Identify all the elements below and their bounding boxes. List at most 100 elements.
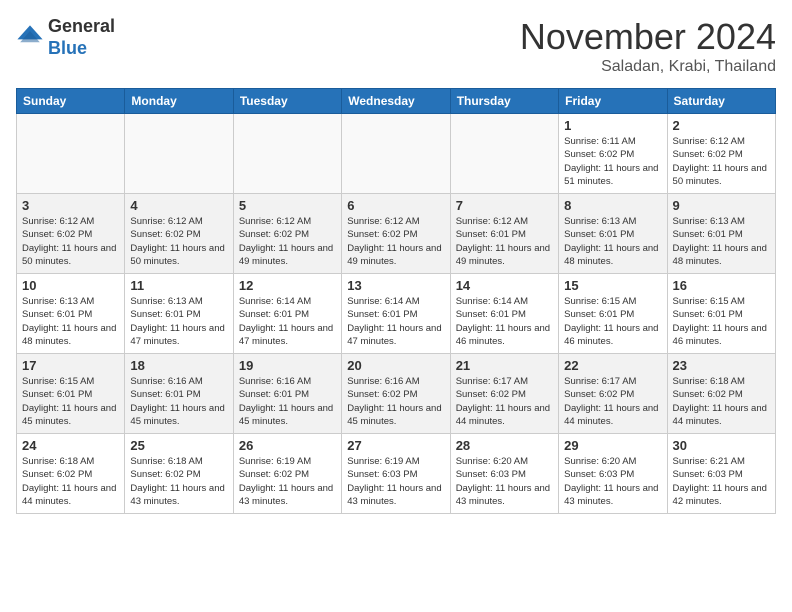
day-info: Sunrise: 6:13 AM Sunset: 6:01 PM Dayligh…: [564, 215, 661, 268]
calendar-cell: 21Sunrise: 6:17 AM Sunset: 6:02 PM Dayli…: [450, 354, 558, 434]
day-info: Sunrise: 6:18 AM Sunset: 6:02 PM Dayligh…: [22, 455, 119, 508]
day-number: 10: [22, 278, 119, 293]
calendar-cell: 17 Sunrise: 6:15 AM Sunset: 6:01 PM Dayli…: [17, 354, 125, 434]
day-number: 5: [239, 198, 336, 213]
calendar-cell: 10Sunrise: 6:13 AM Sunset: 6:01 PM Dayli…: [17, 274, 125, 354]
calendar-cell: 4 Sunrise: 6:12 AM Sunset: 6:02 PM Daylig…: [125, 194, 233, 274]
logo-general-text: General: [48, 16, 115, 38]
weekday-header: Saturday: [667, 89, 775, 114]
day-number: 13: [347, 278, 444, 293]
day-info: Sunrise: 6:14 AM Sunset: 6:01 PM Dayligh…: [239, 295, 336, 348]
day-info: Sunrise: 6:16 AM Sunset: 6:01 PM Dayligh…: [239, 375, 336, 428]
calendar-cell: 9Sunrise: 6:13 AM Sunset: 6:01 PM Daylig…: [667, 194, 775, 274]
day-number: 7: [456, 198, 553, 213]
day-info: Sunrise: 6:12 AM Sunset: 6:02 PM Dayligh…: [22, 215, 119, 268]
day-info: Sunrise: 6:20 AM Sunset: 6:03 PM Dayligh…: [456, 455, 553, 508]
logo-icon: [16, 24, 44, 52]
day-number: 23: [673, 358, 770, 373]
calendar-week-row: 3 Sunrise: 6:12 AM Sunset: 6:02 PM Daylig…: [17, 194, 776, 274]
title-block: November 2024 Saladan, Krabi, Thailand: [520, 16, 776, 76]
calendar-week-row: 1 Sunrise: 6:11 AM Sunset: 6:02 PM Daylig…: [17, 114, 776, 194]
calendar-cell: 23 Sunrise: 6:18 AM Sunset: 6:02 PM Dayli…: [667, 354, 775, 434]
logo: General Blue: [16, 16, 115, 59]
day-info: Sunrise: 6:14 AM Sunset: 6:01 PM Dayligh…: [347, 295, 444, 348]
location: Saladan, Krabi, Thailand: [520, 58, 776, 76]
day-info: Sunrise: 6:15 AM Sunset: 6:01 PM Dayligh…: [564, 295, 661, 348]
day-info: Sunrise: 6:21 AM Sunset: 6:03 PM Dayligh…: [673, 455, 770, 508]
day-info: Sunrise: 6:18 AM Sunset: 6:02 PM Dayligh…: [130, 455, 227, 508]
weekday-header: Tuesday: [233, 89, 341, 114]
day-number: 22: [564, 358, 661, 373]
day-number: 16: [673, 278, 770, 293]
logo-blue-text: Blue: [48, 38, 115, 60]
calendar-cell: 12 Sunrise: 6:14 AM Sunset: 6:01 PM Dayli…: [233, 274, 341, 354]
calendar-cell: 15Sunrise: 6:15 AM Sunset: 6:01 PM Dayli…: [559, 274, 667, 354]
calendar-table: SundayMondayTuesdayWednesdayThursdayFrid…: [16, 88, 776, 514]
day-number: 14: [456, 278, 553, 293]
calendar-cell: 26 Sunrise: 6:19 AM Sunset: 6:02 PM Dayli…: [233, 434, 341, 514]
calendar-week-row: 17 Sunrise: 6:15 AM Sunset: 6:01 PM Dayli…: [17, 354, 776, 434]
weekday-header: Thursday: [450, 89, 558, 114]
calendar-cell: 8 Sunrise: 6:13 AM Sunset: 6:01 PM Daylig…: [559, 194, 667, 274]
day-number: 11: [130, 278, 227, 293]
day-number: 9: [673, 198, 770, 213]
weekday-header: Wednesday: [342, 89, 450, 114]
calendar-cell: [450, 114, 558, 194]
day-info: Sunrise: 6:17 AM Sunset: 6:02 PM Dayligh…: [564, 375, 661, 428]
day-info: Sunrise: 6:12 AM Sunset: 6:02 PM Dayligh…: [130, 215, 227, 268]
calendar-cell: 3 Sunrise: 6:12 AM Sunset: 6:02 PM Daylig…: [17, 194, 125, 274]
day-number: 6: [347, 198, 444, 213]
day-number: 18: [130, 358, 227, 373]
day-number: 28: [456, 438, 553, 453]
calendar-cell: 16 Sunrise: 6:15 AM Sunset: 6:01 PM Dayli…: [667, 274, 775, 354]
calendar-cell: [233, 114, 341, 194]
day-info: Sunrise: 6:12 AM Sunset: 6:01 PM Dayligh…: [456, 215, 553, 268]
calendar-cell: 11 Sunrise: 6:13 AM Sunset: 6:01 PM Dayli…: [125, 274, 233, 354]
day-info: Sunrise: 6:16 AM Sunset: 6:02 PM Dayligh…: [347, 375, 444, 428]
calendar-week-row: 10 Sunrise: 6:13 AM Sunset: 6:01 PM Dayli…: [17, 274, 776, 354]
weekday-header: Sunday: [17, 89, 125, 114]
day-number: 25: [130, 438, 227, 453]
day-number: 1: [564, 118, 661, 133]
calendar-cell: 29Sunrise: 6:20 AM Sunset: 6:03 PM Dayli…: [559, 434, 667, 514]
calendar-cell: 18 Sunrise: 6:16 AM Sunset: 6:01 PM Dayli…: [125, 354, 233, 434]
day-number: 29: [564, 438, 661, 453]
calendar-cell: 2 Sunrise: 6:12 AM Sunset: 6:02 PM Daylig…: [667, 114, 775, 194]
day-info: Sunrise: 6:11 AM Sunset: 6:02 PM Dayligh…: [564, 135, 661, 188]
day-number: 24: [22, 438, 119, 453]
day-info: Sunrise: 6:17 AM Sunset: 6:02 PM Dayligh…: [456, 375, 553, 428]
day-number: 2: [673, 118, 770, 133]
calendar-cell: 24 Sunrise: 6:18 AM Sunset: 6:02 PM Dayli…: [17, 434, 125, 514]
day-number: 12: [239, 278, 336, 293]
day-number: 19: [239, 358, 336, 373]
day-number: 30: [673, 438, 770, 453]
day-number: 26: [239, 438, 336, 453]
day-info: Sunrise: 6:12 AM Sunset: 6:02 PM Dayligh…: [673, 135, 770, 188]
day-info: Sunrise: 6:16 AM Sunset: 6:01 PM Dayligh…: [130, 375, 227, 428]
calendar-cell: 14Sunrise: 6:14 AM Sunset: 6:01 PM Dayli…: [450, 274, 558, 354]
weekday-header: Monday: [125, 89, 233, 114]
day-info: Sunrise: 6:18 AM Sunset: 6:02 PM Dayligh…: [673, 375, 770, 428]
day-info: Sunrise: 6:15 AM Sunset: 6:01 PM Dayligh…: [22, 375, 119, 428]
day-number: 17: [22, 358, 119, 373]
day-info: Sunrise: 6:12 AM Sunset: 6:02 PM Dayligh…: [239, 215, 336, 268]
calendar-cell: 7 Sunrise: 6:12 AM Sunset: 6:01 PM Daylig…: [450, 194, 558, 274]
calendar-week-row: 24 Sunrise: 6:18 AM Sunset: 6:02 PM Dayli…: [17, 434, 776, 514]
calendar-cell: 6 Sunrise: 6:12 AM Sunset: 6:02 PM Daylig…: [342, 194, 450, 274]
calendar-header-row: SundayMondayTuesdayWednesdayThursdayFrid…: [17, 89, 776, 114]
page-header: General Blue November 2024 Saladan, Krab…: [16, 16, 776, 76]
calendar-cell: 20 Sunrise: 6:16 AM Sunset: 6:02 PM Dayli…: [342, 354, 450, 434]
day-info: Sunrise: 6:12 AM Sunset: 6:02 PM Dayligh…: [347, 215, 444, 268]
day-number: 4: [130, 198, 227, 213]
day-number: 3: [22, 198, 119, 213]
calendar-cell: [17, 114, 125, 194]
day-number: 8: [564, 198, 661, 213]
calendar-cell: 25 Sunrise: 6:18 AM Sunset: 6:02 PM Dayli…: [125, 434, 233, 514]
day-info: Sunrise: 6:19 AM Sunset: 6:02 PM Dayligh…: [239, 455, 336, 508]
day-info: Sunrise: 6:13 AM Sunset: 6:01 PM Dayligh…: [130, 295, 227, 348]
day-number: 20: [347, 358, 444, 373]
day-info: Sunrise: 6:15 AM Sunset: 6:01 PM Dayligh…: [673, 295, 770, 348]
day-number: 27: [347, 438, 444, 453]
calendar-cell: 5 Sunrise: 6:12 AM Sunset: 6:02 PM Daylig…: [233, 194, 341, 274]
calendar-cell: [125, 114, 233, 194]
